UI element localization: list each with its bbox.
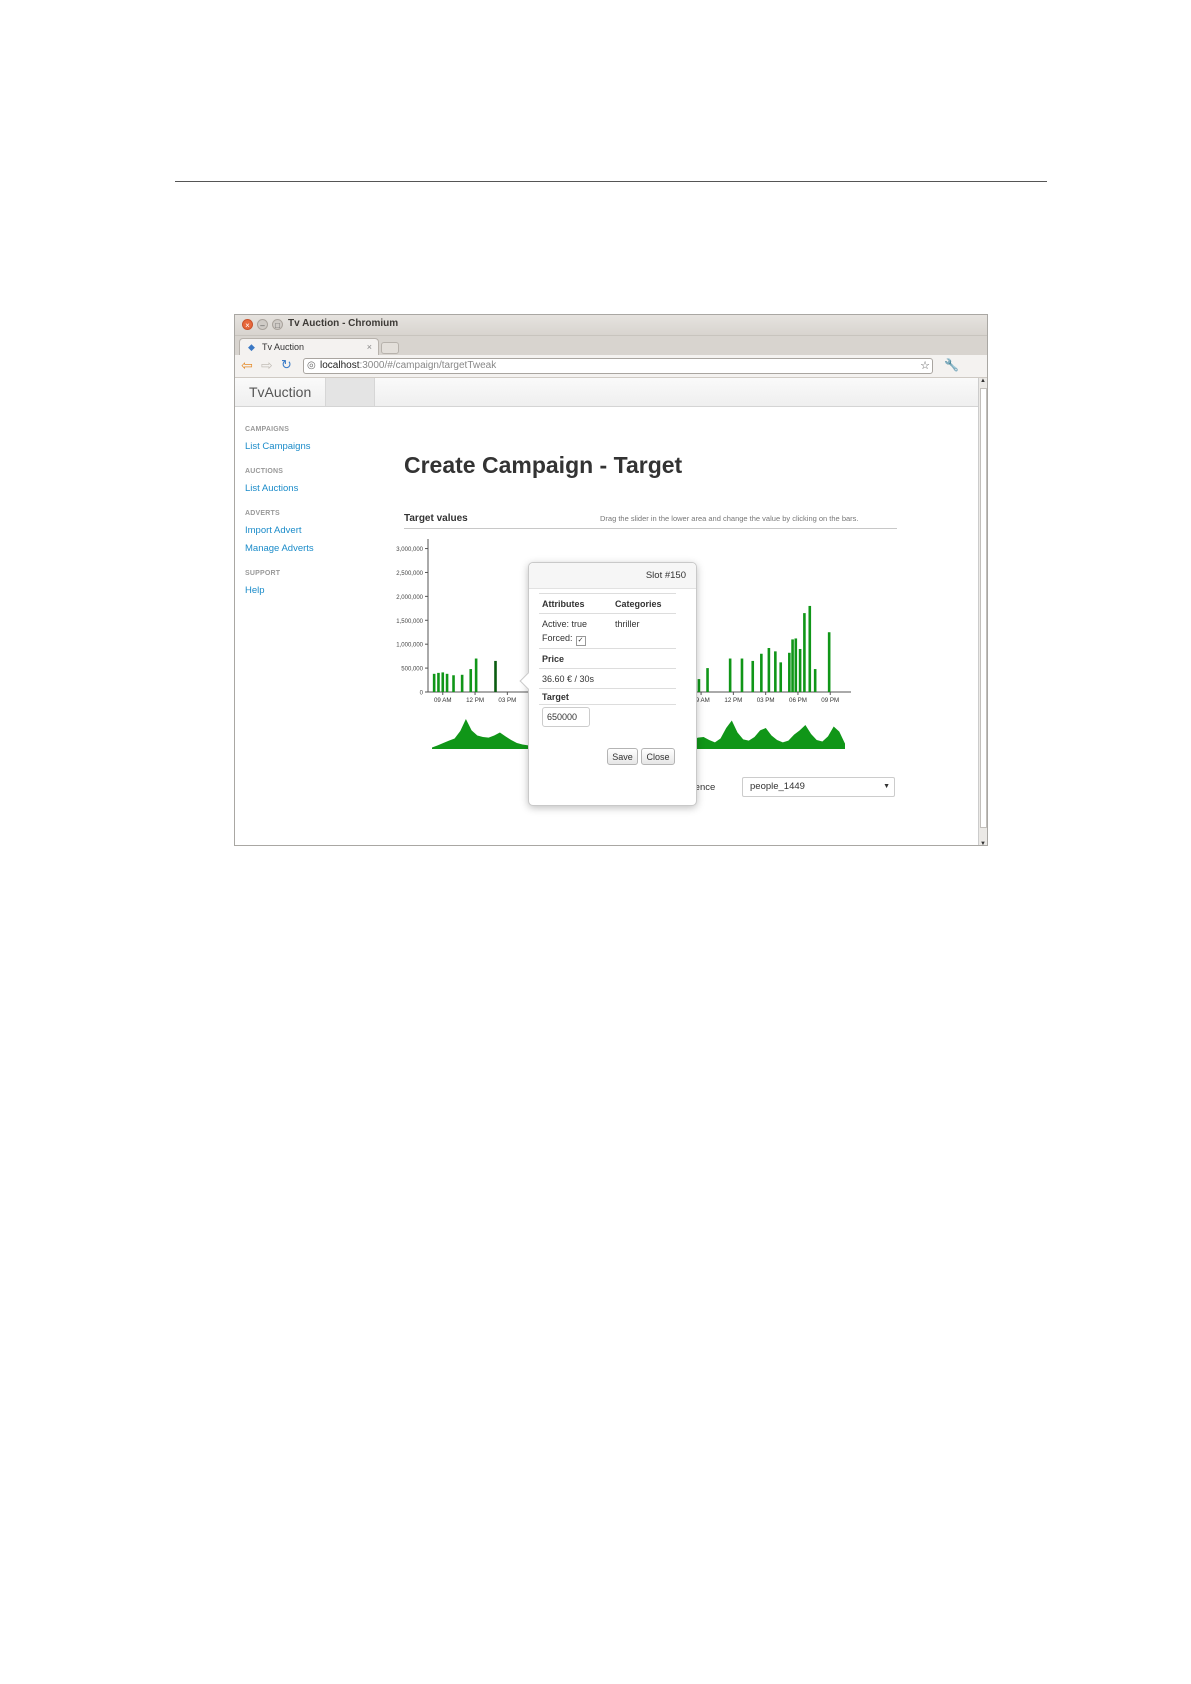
save-button[interactable]: Save bbox=[607, 748, 638, 765]
forced-attribute: Forced: ✓ bbox=[542, 633, 586, 646]
url-host: localhost bbox=[320, 360, 360, 371]
attributes-header: Attributes bbox=[542, 599, 585, 609]
x-tick-label: 06 PM bbox=[789, 697, 807, 704]
chart-bar bbox=[791, 639, 794, 692]
y-tick-label: 0 bbox=[420, 691, 424, 697]
chart-bar bbox=[474, 658, 478, 692]
target-input[interactable] bbox=[542, 707, 590, 727]
chart-bar bbox=[697, 679, 701, 692]
chart-bar bbox=[751, 660, 755, 692]
url-path: :3000/#/campaign/targetTweak bbox=[359, 360, 497, 371]
x-tick-label: 09 PM bbox=[821, 697, 839, 704]
browser-tab[interactable]: ◆ Tv Auction × bbox=[239, 338, 379, 355]
categories-header: Categories bbox=[615, 599, 662, 609]
title-bar: × – □ Tv Auction - Chromium bbox=[235, 315, 987, 336]
popover-title: Slot #150 bbox=[645, 570, 686, 581]
popover-divider bbox=[539, 593, 676, 594]
chart-bar bbox=[794, 638, 798, 692]
chart-bar bbox=[774, 651, 777, 692]
chart-bar bbox=[452, 675, 455, 692]
tab-favicon-icon: ◆ bbox=[248, 342, 255, 352]
x-tick-label: 12 PM bbox=[724, 697, 742, 704]
popover-divider bbox=[539, 648, 676, 649]
chart-bar bbox=[445, 673, 449, 692]
globe-icon: ◎ bbox=[307, 360, 316, 371]
chevron-down-icon: ▼ bbox=[883, 783, 890, 790]
browser-toolbar: ⇦ ⇨ ↻ ◎ localhost:3000/#/campaign/target… bbox=[235, 355, 987, 378]
audience-selected-value: people_1449 bbox=[750, 781, 805, 792]
y-tick-label: 3,000,000 bbox=[396, 547, 423, 553]
popover-divider bbox=[539, 668, 676, 669]
address-bar[interactable]: ◎ localhost:3000/#/campaign/targetTweak … bbox=[303, 358, 933, 374]
chart-bar bbox=[760, 653, 763, 692]
popover-divider bbox=[539, 688, 676, 689]
page-viewport: TvAuction CAMPAIGNS List Campaigns AUCTI… bbox=[235, 378, 978, 845]
tab-strip: ◆ Tv Auction × bbox=[235, 336, 987, 355]
chart-bar bbox=[827, 632, 831, 692]
chart-bar bbox=[740, 658, 744, 692]
x-tick-label: 03 PM bbox=[498, 697, 516, 704]
forward-arrow-icon[interactable]: ⇨ bbox=[261, 357, 273, 373]
page-header-rule bbox=[175, 181, 1047, 182]
vertical-scrollbar[interactable]: ▲ ▼ bbox=[978, 378, 987, 845]
wrench-icon[interactable]: 🔧 bbox=[944, 358, 959, 372]
price-value: 36.60 € / 30s bbox=[542, 674, 595, 684]
y-tick-label: 2,500,000 bbox=[396, 571, 423, 577]
window-close-icon[interactable]: × bbox=[242, 319, 253, 330]
chart-bar bbox=[706, 668, 709, 692]
window-minimize-icon[interactable]: – bbox=[257, 319, 268, 330]
window-title: Tv Auction - Chromium bbox=[288, 318, 399, 329]
chart-bar bbox=[788, 652, 791, 692]
x-tick-label: 12 PM bbox=[466, 697, 484, 704]
y-tick-label: 500,000 bbox=[401, 667, 423, 673]
forced-checkbox-icon[interactable]: ✓ bbox=[575, 636, 586, 646]
x-tick-label: 03 PM bbox=[757, 697, 775, 704]
url-text: localhost:3000/#/campaign/targetTweak bbox=[320, 359, 496, 373]
active-attribute: Active: true bbox=[542, 619, 588, 629]
scroll-up-icon[interactable]: ▲ bbox=[980, 378, 986, 384]
chart-bar bbox=[767, 648, 771, 692]
close-button[interactable]: Close bbox=[641, 748, 675, 765]
y-tick-label: 2,000,000 bbox=[396, 595, 423, 601]
popover-header: Slot #150 bbox=[529, 563, 696, 589]
chart-bar bbox=[441, 672, 445, 692]
target-header: Target bbox=[542, 692, 569, 702]
popover-divider bbox=[539, 704, 676, 705]
back-arrow-icon[interactable]: ⇦ bbox=[241, 357, 253, 373]
chart-bar bbox=[728, 658, 732, 692]
y-tick-label: 1,000,000 bbox=[396, 643, 423, 649]
tab-close-icon[interactable]: × bbox=[367, 339, 372, 355]
audience-select[interactable]: people_1449 ▼ bbox=[742, 777, 895, 797]
chart-bar bbox=[469, 669, 473, 692]
scroll-down-icon[interactable]: ▼ bbox=[980, 841, 986, 845]
chart-bar bbox=[808, 605, 812, 692]
x-tick-label: 09 AM bbox=[434, 697, 452, 704]
forced-label: Forced: bbox=[542, 633, 573, 643]
y-tick-label: 1,500,000 bbox=[396, 619, 423, 625]
reload-icon[interactable]: ↻ bbox=[281, 357, 292, 373]
category-value: thriller bbox=[615, 619, 640, 629]
chart-bar bbox=[460, 674, 464, 692]
tab-title: Tv Auction bbox=[262, 342, 305, 352]
chart-bar bbox=[813, 669, 817, 692]
chart-bar bbox=[779, 662, 783, 692]
chart-bar bbox=[798, 648, 802, 692]
scrollbar-thumb[interactable] bbox=[980, 388, 987, 828]
chart-bar bbox=[803, 613, 806, 692]
popover-divider bbox=[539, 613, 676, 614]
new-tab-button[interactable] bbox=[381, 342, 399, 354]
chart-bar bbox=[432, 673, 436, 692]
browser-window: × – □ Tv Auction - Chromium ◆ Tv Auction… bbox=[234, 314, 988, 846]
slot-popover: Slot #150 Attributes Categories Active: … bbox=[519, 562, 697, 806]
price-header: Price bbox=[542, 654, 565, 664]
bookmark-star-icon[interactable]: ☆ bbox=[920, 359, 930, 373]
chart-bar bbox=[437, 672, 440, 692]
chart-bar bbox=[494, 660, 497, 692]
window-maximize-icon[interactable]: □ bbox=[272, 319, 283, 330]
